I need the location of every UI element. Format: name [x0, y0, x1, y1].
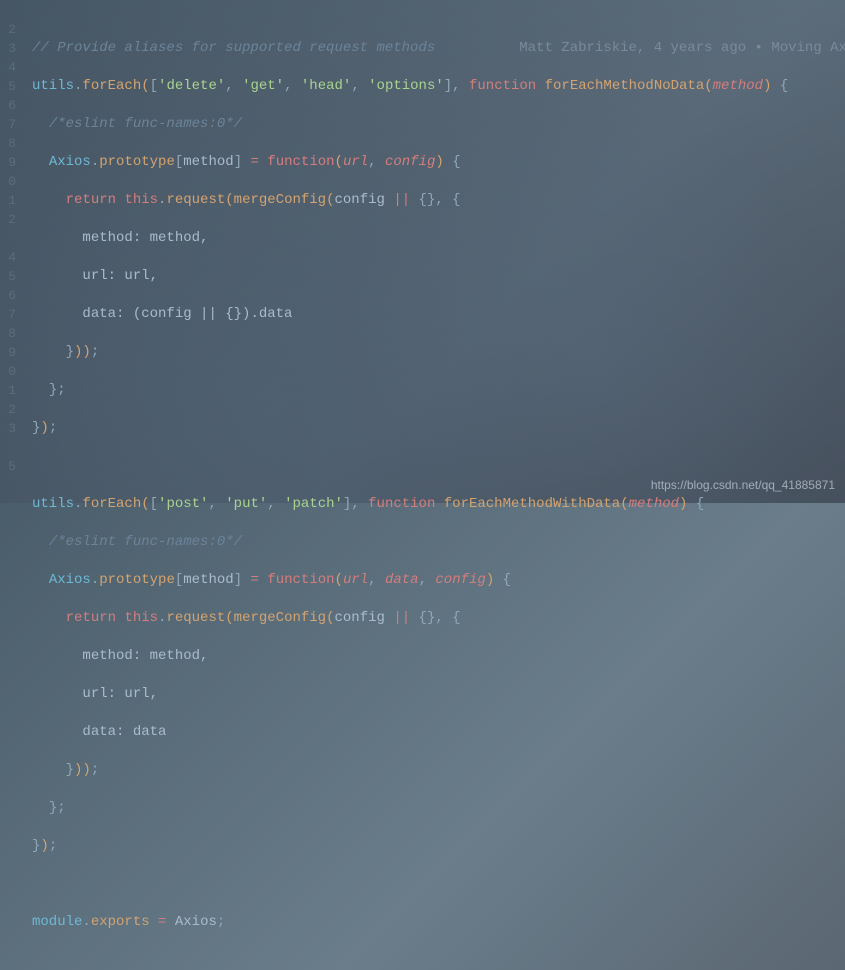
- line-number: 7: [0, 305, 16, 324]
- git-blame: Matt Zabriskie, 4 years ago • Moving Axi…: [435, 40, 845, 56]
- line-number: 5: [0, 267, 16, 286]
- line-number: 2: [0, 20, 16, 39]
- code-line: utils.forEach(['post', 'put', 'patch'], …: [32, 495, 845, 514]
- watermark-text: https://blog.csdn.net/qq_41885871: [651, 476, 835, 495]
- code-line: [32, 457, 845, 476]
- line-number: 2: [0, 210, 16, 229]
- code-line: [32, 875, 845, 894]
- code-line: data: data: [32, 723, 845, 742]
- code-line: module.exports = Axios;: [32, 913, 845, 932]
- line-number: 9: [0, 343, 16, 362]
- code-line: // Provide aliases for supported request…: [32, 39, 845, 58]
- line-number: 8: [0, 324, 16, 343]
- code-line: /*eslint func-names:0*/: [32, 533, 845, 552]
- code-content[interactable]: // Provide aliases for supported request…: [18, 0, 845, 503]
- code-line: }));: [32, 761, 845, 780]
- line-number: 2: [0, 400, 16, 419]
- line-number: 1: [0, 191, 16, 210]
- code-line: url: url,: [32, 267, 845, 286]
- code-line: };: [32, 381, 845, 400]
- line-number: 5: [0, 457, 16, 476]
- code-line: Axios.prototype[method] = function(url, …: [32, 571, 845, 590]
- code-line: });: [32, 837, 845, 856]
- line-number: 3: [0, 419, 16, 438]
- line-number: [0, 229, 16, 248]
- comment-text: // Provide aliases for supported request…: [32, 40, 435, 56]
- line-gutter: 2 3 4 5 6 7 8 9 0 1 2 4 5 6 7 8 9 0 1 2 …: [0, 0, 18, 503]
- line-number: 6: [0, 96, 16, 115]
- line-number: 7: [0, 115, 16, 134]
- code-line: });: [32, 419, 845, 438]
- line-number: 4: [0, 58, 16, 77]
- line-number: 1: [0, 381, 16, 400]
- code-line: };: [32, 799, 845, 818]
- code-line: return this.request(mergeConfig(config |…: [32, 609, 845, 628]
- code-line: utils.forEach(['delete', 'get', 'head', …: [32, 77, 845, 96]
- code-line: method: method,: [32, 229, 845, 248]
- line-number: 6: [0, 286, 16, 305]
- line-number: 0: [0, 362, 16, 381]
- line-number: [0, 438, 16, 457]
- code-line: }));: [32, 343, 845, 362]
- code-line: data: (config || {}).data: [32, 305, 845, 324]
- code-line: url: url,: [32, 685, 845, 704]
- code-line: Axios.prototype[method] = function(url, …: [32, 153, 845, 172]
- line-number: 8: [0, 134, 16, 153]
- line-number: 5: [0, 77, 16, 96]
- line-number: 3: [0, 39, 16, 58]
- code-editor: 2 3 4 5 6 7 8 9 0 1 2 4 5 6 7 8 9 0 1 2 …: [0, 0, 845, 503]
- line-number: 4: [0, 248, 16, 267]
- line-number: 9: [0, 153, 16, 172]
- code-line: method: method,: [32, 647, 845, 666]
- line-number: 0: [0, 172, 16, 191]
- code-line: /*eslint func-names:0*/: [32, 115, 845, 134]
- code-line: return this.request(mergeConfig(config |…: [32, 191, 845, 210]
